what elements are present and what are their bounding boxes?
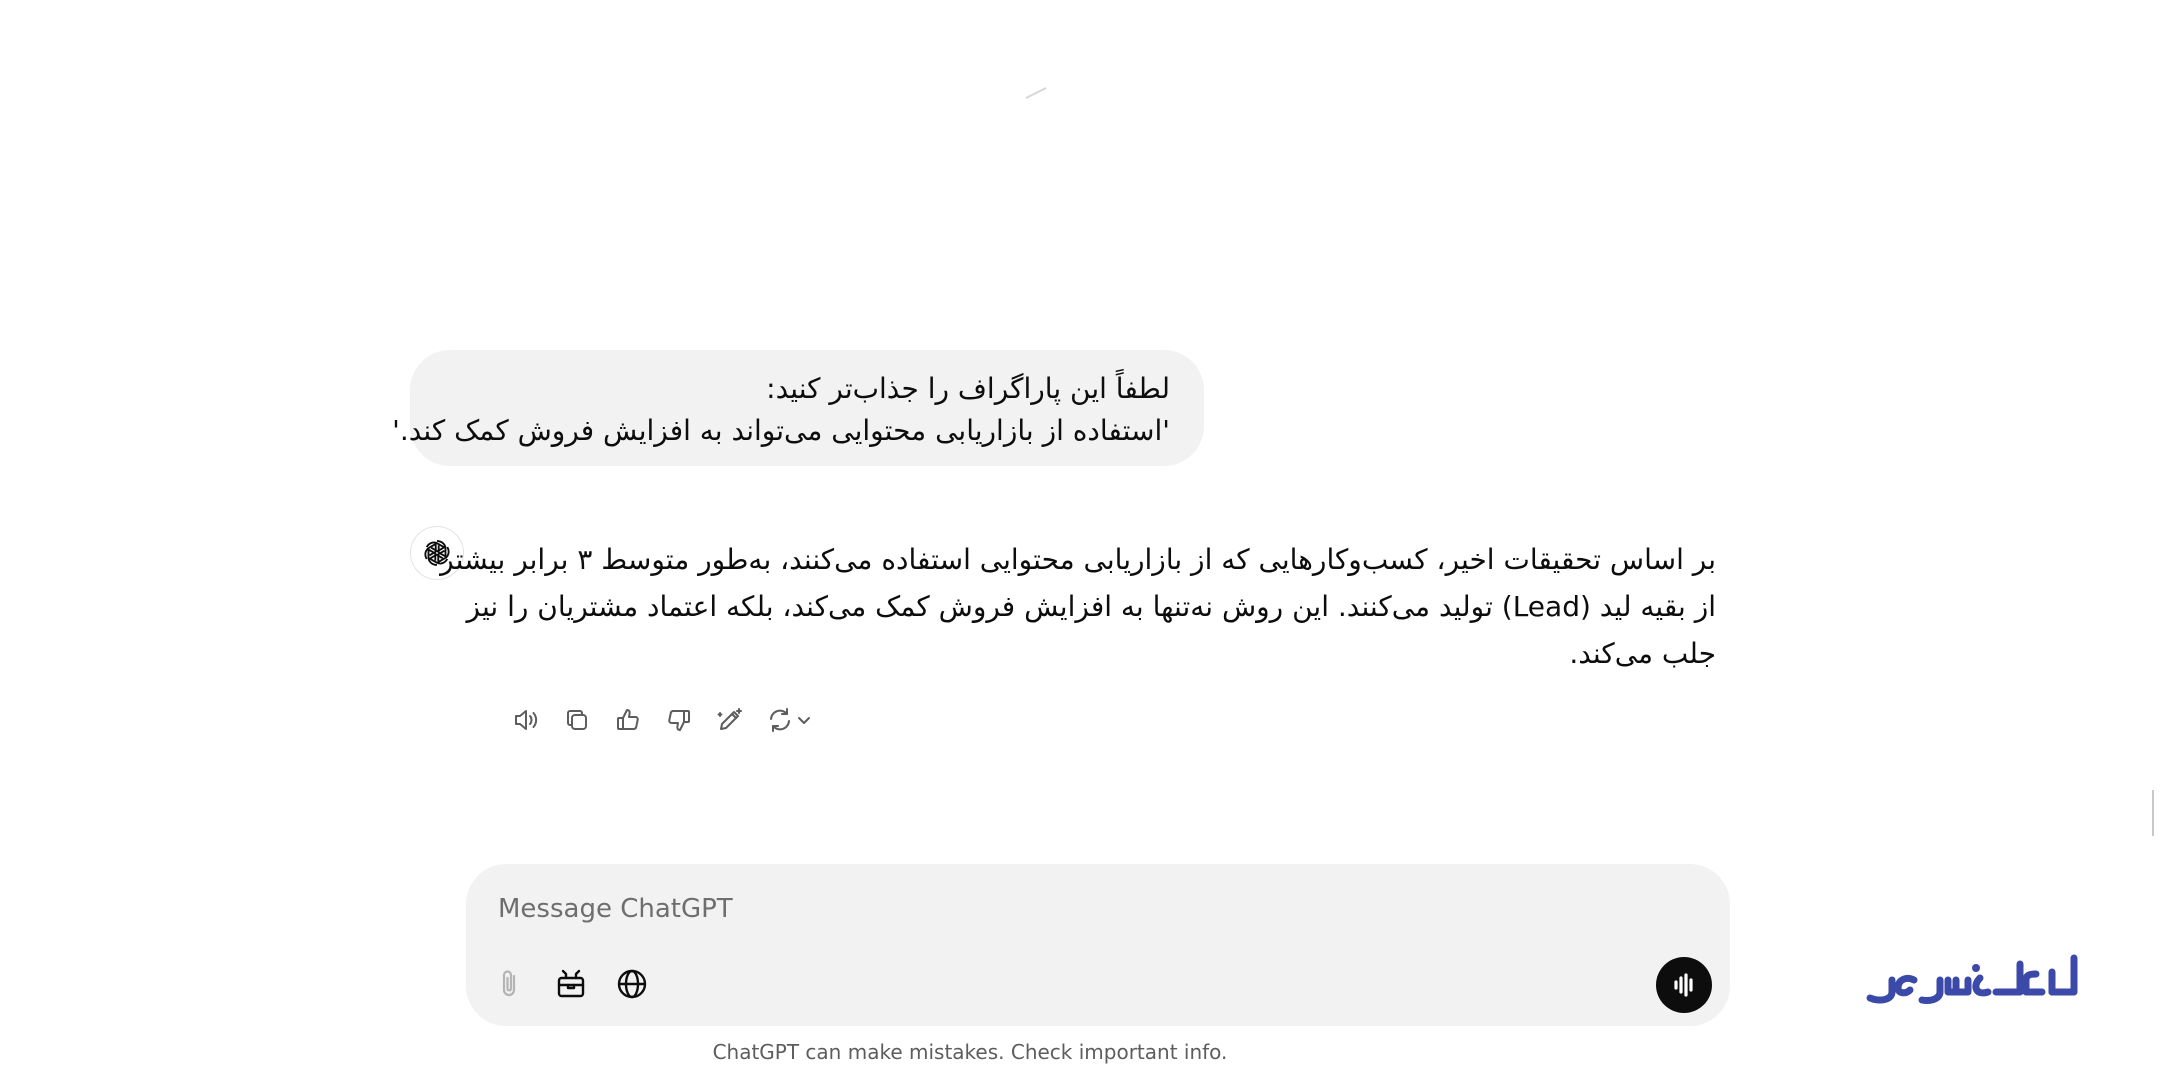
voice-waveform-icon (1674, 973, 1693, 997)
chat-page: لطفاً این پاراگراف را جذاب‌تر کنید: 'است… (0, 0, 2160, 1080)
thumbs-up-button[interactable] (606, 700, 650, 740)
assistant-message-line: بر اساس تحقیقات اخیر، کسب‌وکارهایی که از… (440, 543, 1716, 576)
message-input[interactable] (496, 886, 1600, 932)
thumbs-up-icon (617, 709, 639, 730)
thumbs-down-icon (668, 710, 690, 731)
user-message-line: 'استفاده از بازاریابی محتوایی می‌تواند ب… (392, 414, 1170, 447)
iranserver-logo (1866, 954, 2078, 1004)
edit-in-canvas-button[interactable] (708, 700, 752, 740)
refresh-icon (770, 708, 790, 732)
thumbs-down-button[interactable] (657, 700, 701, 740)
search-web-button[interactable] (608, 960, 656, 1008)
assistant-message: بر اساس تحقیقات اخیر، کسب‌وکارهایی که از… (440, 536, 1716, 677)
pencil-sparkle-icon (717, 708, 742, 730)
attach-button[interactable] (486, 960, 534, 1008)
paperclip-icon (502, 970, 516, 997)
scrollbar-thumb[interactable] (2152, 790, 2154, 836)
user-message-line: لطفاً این پاراگراف را جذاب‌تر کنید: (766, 372, 1170, 405)
faint-mark (1025, 87, 1047, 99)
voice-mode-button[interactable] (1656, 957, 1712, 1013)
tools-button[interactable] (547, 960, 595, 1008)
regenerate-button[interactable] (759, 700, 819, 740)
read-aloud-button[interactable] (504, 700, 548, 740)
assistant-message-line: از بقیه لید (Lead) تولید می‌کنند. این رو… (466, 590, 1716, 623)
disclaimer-label: ChatGPT can make mistakes. Check importa… (712, 1040, 1228, 1064)
globe-icon (617, 969, 647, 999)
disclaimer-text: ChatGPT can make mistakes. Check importa… (0, 1040, 2160, 1064)
chevron-down-icon (798, 717, 810, 724)
message-actions (504, 700, 826, 740)
user-message-bubble: لطفاً این پاراگراف را جذاب‌تر کنید: 'است… (392, 350, 1204, 466)
assistant-message-line: جلب می‌کند. (1569, 637, 1716, 670)
speaker-icon (515, 710, 538, 730)
message-composer (466, 864, 1730, 1026)
copy-icon (567, 710, 587, 730)
copy-button[interactable] (555, 700, 599, 740)
toolbox-icon (557, 969, 585, 998)
